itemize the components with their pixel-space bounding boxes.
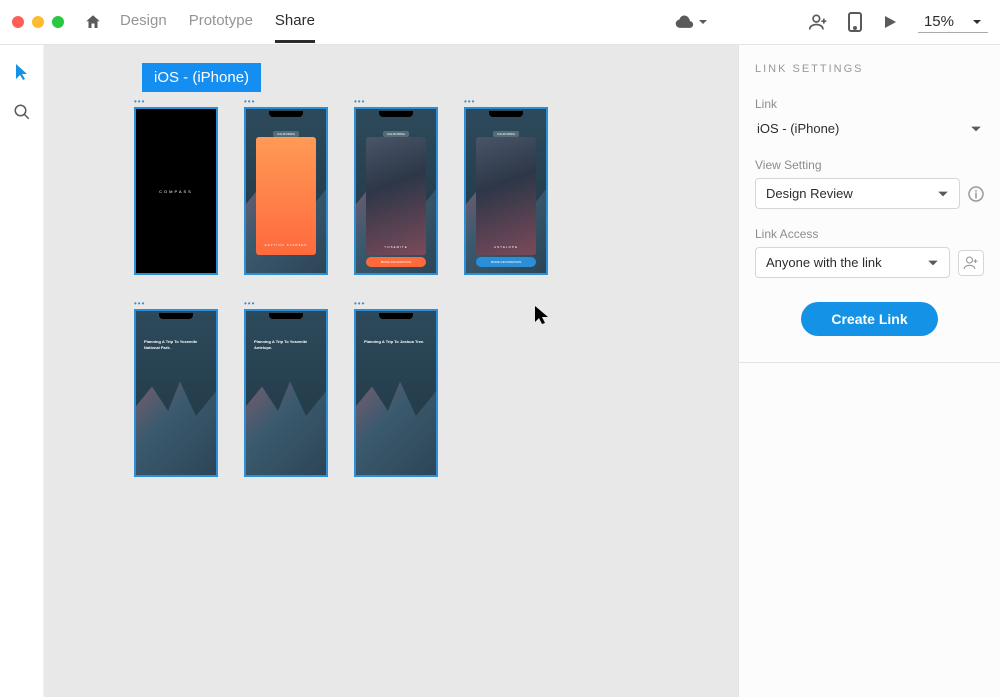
card-title: GETTING STARTED (265, 243, 308, 247)
article-title: Planning A Trip To Joshua Tree. (364, 339, 428, 345)
artboard[interactable]: ••• COMPASS CALIFORNIA YOSEMITE MORE INF… (354, 97, 440, 275)
phone-notch-icon (379, 111, 413, 117)
link-value: iOS - (iPhone) (757, 121, 839, 136)
artboard-handle-icon: ••• (244, 299, 330, 307)
article-title: Planning A Trip To Yosemite Antelope. (254, 339, 318, 350)
card-button: MORE INFORMATION (366, 257, 426, 267)
view-setting-value: Design Review (766, 186, 853, 201)
mobile-preview-icon[interactable] (848, 12, 862, 32)
artboard-handle-icon: ••• (134, 299, 220, 307)
zoom-value: 15% (924, 13, 954, 30)
invite-user-icon[interactable] (808, 12, 828, 32)
tool-sidebar (0, 45, 44, 697)
artboard[interactable]: ••• COMPASS (134, 97, 220, 275)
splash-text: COMPASS (159, 189, 193, 194)
link-label: Link (755, 97, 984, 111)
home-icon[interactable] (84, 13, 102, 31)
tab-design[interactable]: Design (120, 1, 167, 43)
panel-title: LINK SETTINGS (755, 63, 984, 75)
artboard-handle-icon: ••• (134, 97, 220, 105)
minimize-window-button[interactable] (32, 16, 44, 28)
artboard-handle-icon: ••• (354, 299, 440, 307)
artboard-group-title[interactable]: iOS - (iPhone) (142, 63, 261, 92)
link-access-label: Link Access (755, 227, 984, 241)
chevron-down-icon (970, 123, 982, 135)
artboard-handle-icon: ••• (464, 97, 550, 105)
titlebar: Design Prototype Share 15% (0, 0, 1000, 45)
card-title: ANTELOPE (476, 245, 536, 249)
article-title: Planning A Trip To Yosemite National Par… (144, 339, 208, 350)
link-access-select[interactable]: Anyone with the link (755, 247, 950, 278)
divider (739, 362, 1000, 363)
chevron-down-icon (937, 188, 949, 200)
canvas[interactable]: iOS - (iPhone) ••• COMPASS ••• COMPASS (44, 45, 738, 697)
link-access-value: Anyone with the link (766, 255, 882, 270)
phone-notch-icon (159, 313, 193, 319)
select-tool-icon[interactable] (14, 63, 30, 81)
link-settings-panel: LINK SETTINGS Link iOS - (iPhone) View S… (738, 45, 1000, 697)
maximize-window-button[interactable] (52, 16, 64, 28)
close-window-button[interactable] (12, 16, 24, 28)
card-title: YOSEMITE (366, 245, 426, 249)
card-button: MORE INFORMATION (476, 257, 536, 267)
artboard[interactable]: ••• COMPASS CALIFORNIA ANTELOPE MORE INF… (464, 97, 550, 275)
mode-tabs: Design Prototype Share (120, 1, 315, 43)
tab-share[interactable]: Share (275, 1, 315, 43)
artboard-grid: ••• COMPASS ••• COMPASS CALIFORNIA GETTI… (134, 97, 550, 477)
view-setting-label: View Setting (755, 158, 984, 172)
play-icon[interactable] (882, 14, 898, 30)
phone-notch-icon (269, 111, 303, 117)
chevron-down-icon (972, 17, 982, 27)
cloud-icon (674, 14, 694, 30)
artboard[interactable]: ••• COMPASS Planning A Trip To Yosemite … (244, 299, 330, 477)
window-controls (12, 16, 64, 28)
info-icon[interactable] (968, 186, 984, 202)
tab-prototype[interactable]: Prototype (189, 1, 253, 43)
chevron-down-icon (698, 17, 708, 27)
zoom-select[interactable]: 15% (918, 11, 988, 33)
titlebar-right: 15% (674, 11, 988, 33)
phone-notch-icon (159, 111, 193, 117)
create-link-button[interactable]: Create Link (801, 302, 937, 336)
artboard-handle-icon: ••• (354, 97, 440, 105)
add-user-button[interactable] (958, 250, 984, 276)
artboard[interactable]: ••• COMPASS Planning A Trip To Joshua Tr… (354, 299, 440, 477)
search-icon[interactable] (13, 103, 31, 121)
artboard-handle-icon: ••• (244, 97, 330, 105)
phone-notch-icon (269, 313, 303, 319)
phone-notch-icon (379, 313, 413, 319)
cloud-sync-menu[interactable] (674, 14, 708, 30)
artboard[interactable]: ••• COMPASS CALIFORNIA GETTING STARTED (244, 97, 330, 275)
cursor-icon (534, 305, 550, 325)
phone-notch-icon (489, 111, 523, 117)
link-select[interactable]: iOS - (iPhone) (755, 117, 984, 140)
artboard[interactable]: ••• COMPASS Planning A Trip To Yosemite … (134, 299, 220, 477)
chevron-down-icon (927, 257, 939, 269)
view-setting-select[interactable]: Design Review (755, 178, 960, 209)
